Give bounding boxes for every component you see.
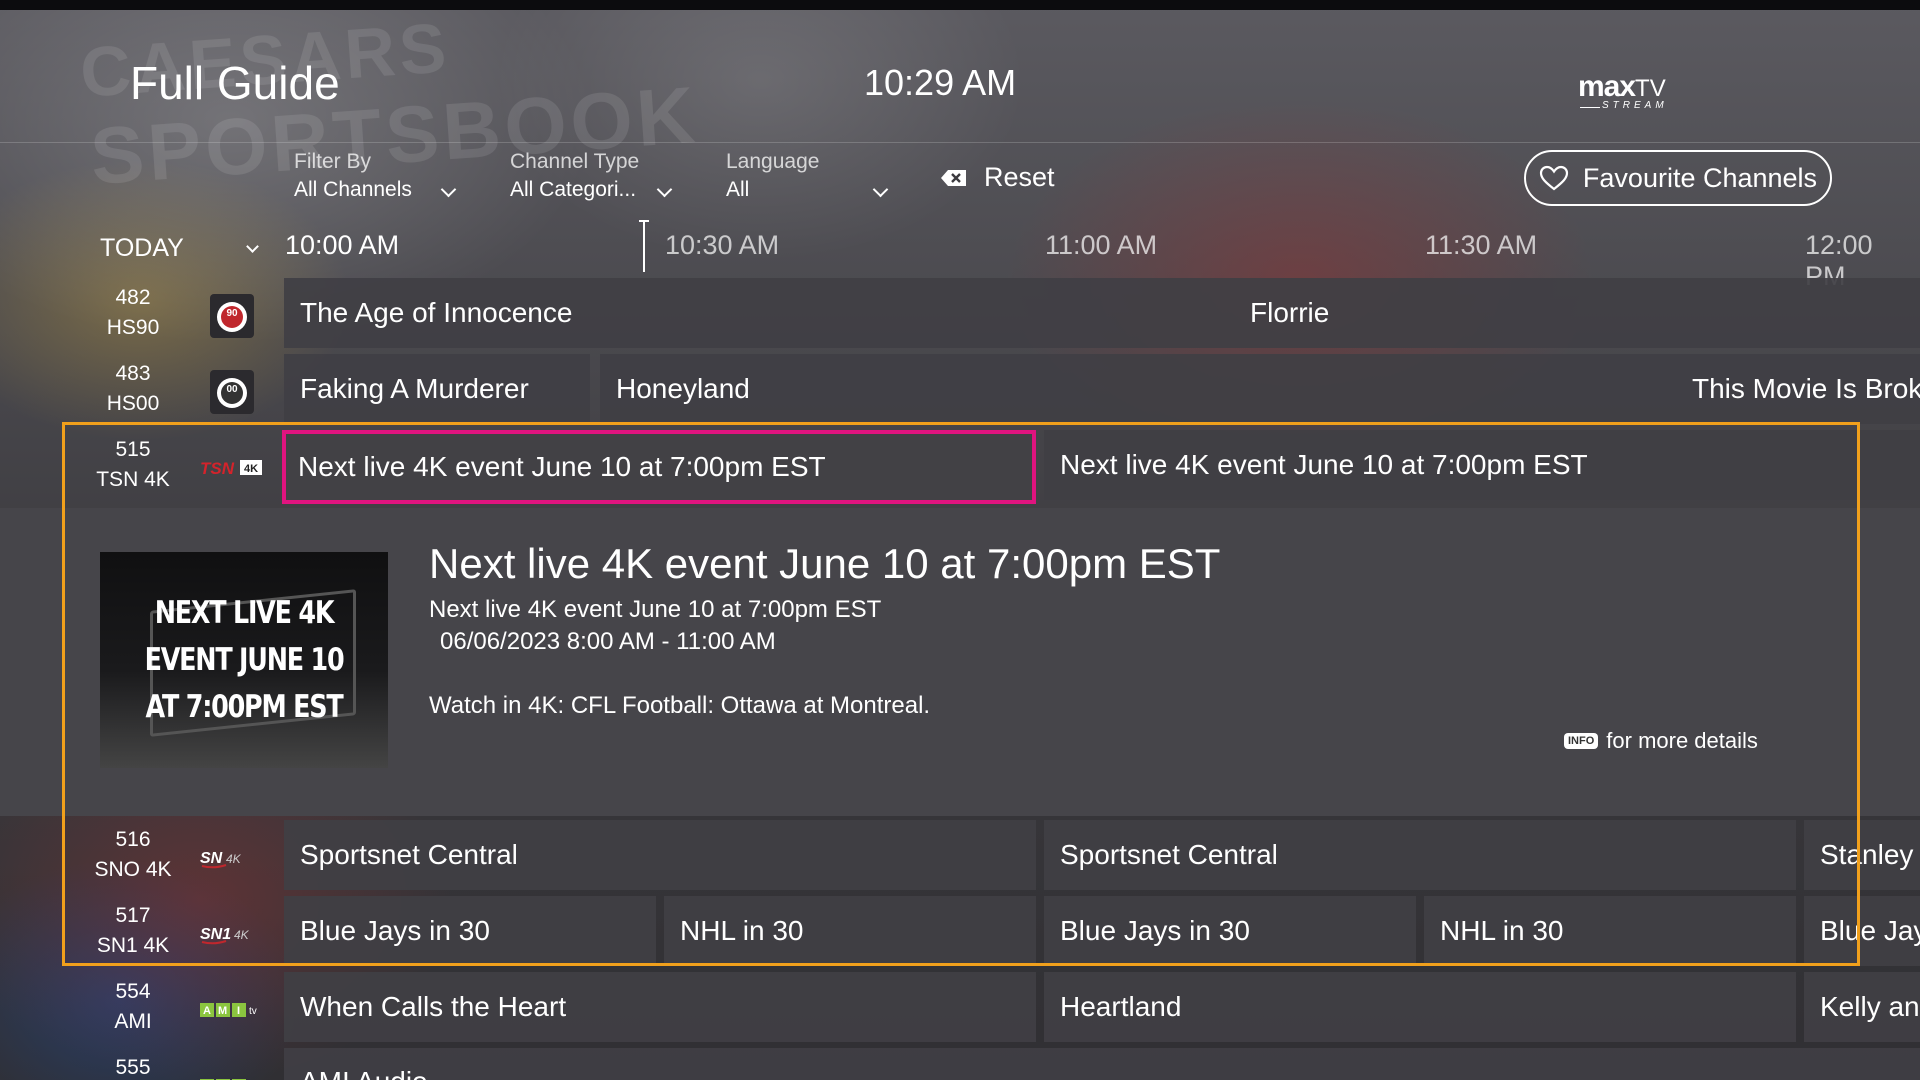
hollywood-suite-90s-logo: 90 [200,294,264,338]
channel-number: 483 [115,362,151,385]
ami-tv-logo: A M Itv [200,988,264,1032]
program-cell[interactable]: Kelly and [1804,972,1920,1042]
svg-text:tv: tv [249,1006,257,1017]
ami-audio-logo [200,1064,264,1080]
channel-row: 555 AMI Audio [0,1048,1920,1080]
maxtv-logo: maxTV STREAM [1578,70,1688,111]
channel-type-value: All Categori... [510,178,637,201]
timeslot: 10:30 AM [665,230,780,260]
channel-number: 554 [115,980,151,1003]
program-cell[interactable]: AMI Audio [284,1048,1920,1080]
channel-row: 482 HS90 90 The Age of Innocence Florrie [0,278,1920,354]
channel-callsign: HS90 [106,316,160,339]
heart-icon [1539,165,1569,191]
filter-by-dropdown[interactable]: Filter By All Channels [294,150,412,202]
header-divider [0,142,1920,143]
svg-text:I: I [237,1005,240,1017]
focus-outline [62,422,1860,966]
program-cell[interactable]: The Age of Innocence [284,278,1234,348]
language-dropdown[interactable]: Language All [726,150,819,202]
channel-callsign: HS00 [106,392,160,415]
language-label: Language [726,150,820,173]
program-cell[interactable]: Faking A Murderer [284,354,590,424]
timeslot: 10:00 AM [285,230,400,260]
reset-label: Reset [984,162,1055,192]
logo-tagline: STREAM [1602,100,1668,111]
top-bar [0,0,1920,10]
favourite-channels-label: Favourite Channels [1582,162,1818,193]
page-title: Full Guide [130,57,340,109]
reset-button[interactable]: Reset [940,162,1055,193]
logo-suffix: TV [1635,75,1666,102]
current-time-marker [639,220,649,272]
filter-by-label: Filter By [294,150,372,173]
svg-text:00: 00 [226,384,238,395]
channel-type-label: Channel Type [510,150,640,173]
channel-number: 555 [115,1056,151,1079]
channel-info[interactable]: 555 [66,1048,266,1080]
channel-number: 482 [115,286,151,309]
program-cell[interactable]: When Calls the Heart [284,972,1036,1042]
logo-word: max [1578,70,1636,103]
channel-info[interactable]: 482 HS90 90 [66,278,266,354]
channel-row: 554 AMI A M Itv When Calls the Heart Heart… [0,972,1920,1048]
program-cell[interactable]: Heartland [1044,972,1796,1042]
channel-info[interactable]: 483 HS00 00 [66,354,266,430]
timeslot: 11:30 AM [1425,230,1538,260]
program-cell[interactable]: Honeyland [600,354,1676,424]
channel-row: 483 HS00 00 Faking A Murderer Honeyland … [0,354,1920,430]
svg-text:A: A [203,1005,211,1017]
language-value: All [726,178,750,201]
hollywood-suite-00s-logo: 00 [200,370,264,414]
clear-icon [940,169,968,187]
day-selector[interactable]: TODAY [100,234,184,263]
timeslot: 11:00 AM [1045,230,1158,260]
clock: 10:29 AM [864,62,1017,103]
svg-text:M: M [218,1005,227,1017]
filter-by-value: All Channels [294,178,412,201]
channel-type-dropdown[interactable]: Channel Type All Categori... [510,150,639,202]
favourite-channels-button[interactable]: Favourite Channels [1524,150,1832,206]
channel-info[interactable]: 554 AMI A M Itv [66,972,266,1048]
day-label: TODAY [100,234,184,262]
channel-callsign: AMI [114,1010,152,1033]
svg-text:90: 90 [226,308,238,319]
program-cell[interactable]: This Movie Is Brok [1676,354,1920,424]
program-cell[interactable]: Florrie [1234,278,1920,348]
